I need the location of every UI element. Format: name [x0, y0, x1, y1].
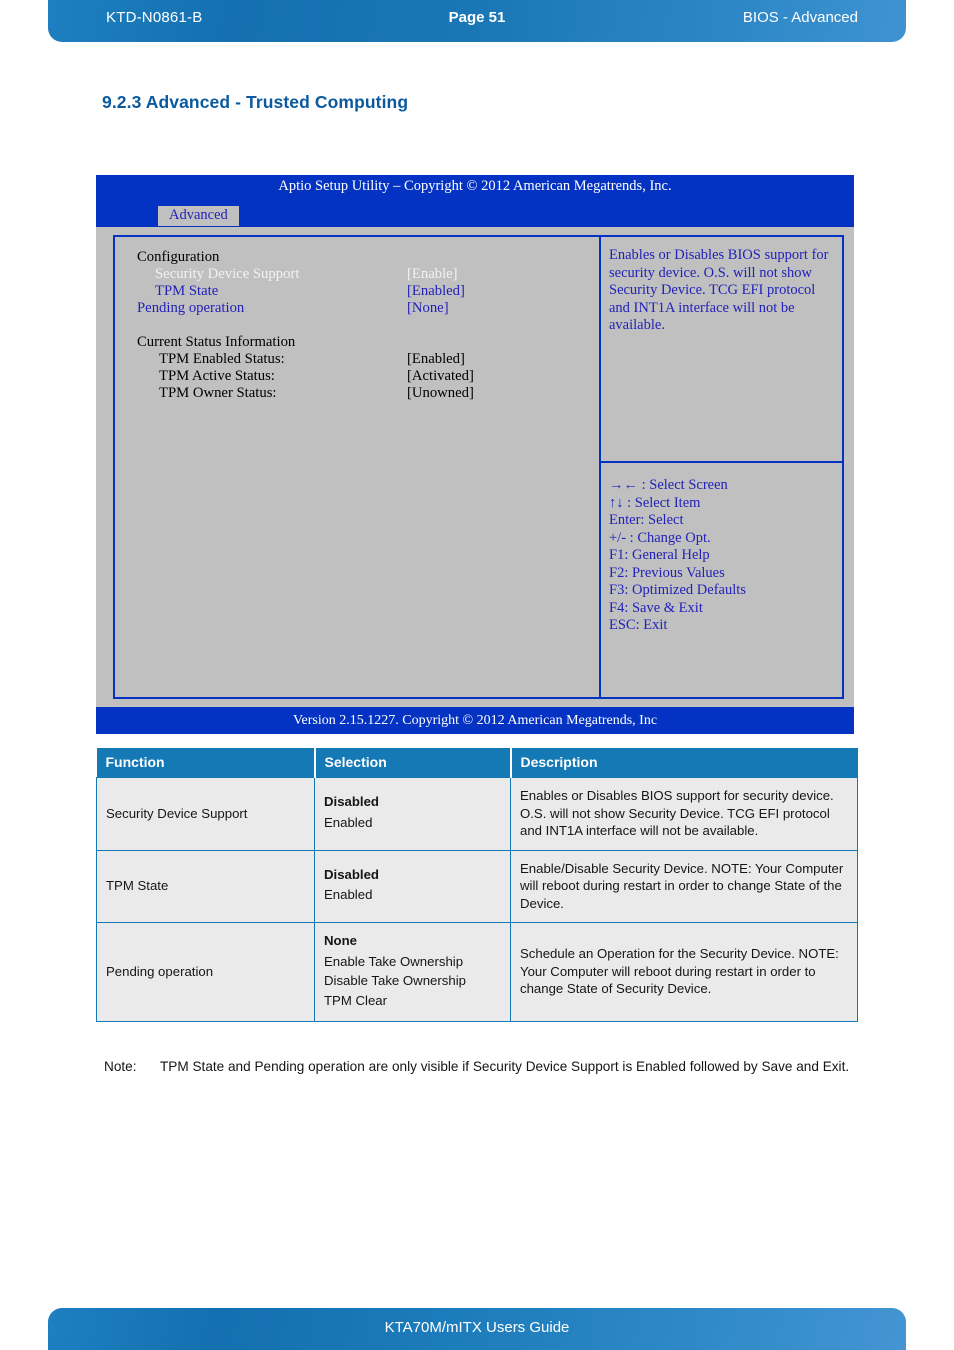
column-header-function: Function	[96, 748, 315, 778]
setting-security-device-support[interactable]: Security Device Support [Enable]	[137, 266, 599, 283]
key-legend-f2: F2: Previous Values	[609, 564, 725, 581]
bios-side-panel: Enables or Disables BIOS support for sec…	[601, 237, 842, 697]
configuration-heading-label: Configuration	[137, 249, 220, 265]
setting-value[interactable]: [None]	[407, 300, 449, 317]
header-section-label: BIOS - Advanced	[742, 9, 858, 26]
status-value: [Enabled]	[407, 351, 465, 367]
status-value: [Activated]	[407, 368, 474, 384]
cell-description: Schedule an Operation for the Security D…	[510, 922, 858, 1022]
bios-tab-row: Advanced	[96, 206, 854, 227]
selection-default: None	[324, 933, 357, 948]
column-header-selection: Selection	[313, 748, 511, 778]
setting-label: Security Device Support	[155, 266, 300, 282]
cell-function: TPM State	[96, 849, 315, 923]
cell-selection: Disabled Enabled	[314, 777, 511, 851]
table-header-row: Function Selection Description	[96, 748, 858, 778]
status-label: TPM Active Status:	[159, 368, 275, 384]
key-legend-change-opt: +/- : Change Opt.	[609, 529, 711, 546]
status-tpm-owner: TPM Owner Status: [Unowned]	[137, 385, 599, 402]
bios-screenshot: Aptio Setup Utility – Copyright © 2012 A…	[96, 175, 854, 734]
setting-value[interactable]: [Enable]	[407, 266, 458, 283]
selection-option: Disable Take Ownership	[324, 973, 466, 988]
selection-option: Enabled	[324, 887, 373, 903]
status-tpm-enabled: TPM Enabled Status: [Enabled]	[137, 351, 599, 368]
selection-option: TPM Clear	[324, 992, 388, 1008]
status-label: TPM Owner Status:	[159, 385, 277, 401]
settings-description-table: Function Selection Description Security …	[96, 748, 858, 1022]
tab-advanced[interactable]: Advanced	[158, 206, 239, 226]
cell-description: Enable/Disable Security Device. NOTE: Yo…	[510, 849, 858, 923]
page-header-bar: KTD-N0861-B Page 51 BIOS - Advanced	[48, 0, 906, 42]
status-value: [Unowned]	[407, 385, 474, 401]
selection-default: Disabled	[324, 866, 379, 882]
table-row: TPM State Disabled Enabled Enable/Disabl…	[96, 849, 858, 923]
setting-value[interactable]: [Enabled]	[407, 283, 465, 300]
cell-function: Security Device Support	[96, 777, 315, 851]
bios-help-text: Enables or Disables BIOS support for sec…	[601, 237, 842, 463]
bios-body: Configuration Security Device Support [E…	[96, 227, 854, 707]
table-row: Security Device Support Disabled Enabled…	[96, 777, 858, 851]
key-legend-f3: F3: Optimized Defaults	[609, 582, 746, 598]
selection-option: Enabled	[324, 814, 373, 830]
note-text: TPM State and Pending operation are only…	[160, 1059, 850, 1074]
setting-tpm-state[interactable]: TPM State [Enabled]	[137, 283, 599, 300]
bios-settings-panel: Configuration Security Device Support [E…	[115, 237, 601, 697]
current-status-heading-label: Current Status Information	[137, 334, 296, 350]
note-label: Note:	[104, 1059, 137, 1074]
bios-key-legend: →← : Select Screen ↑↓ : Select Item Ente…	[601, 463, 842, 697]
bios-utility-title: Aptio Setup Utility – Copyright © 2012 A…	[278, 178, 672, 194]
footer-guide-title: KTA70M/mITX Users Guide	[384, 1319, 570, 1336]
settings-spacer	[137, 317, 599, 334]
key-legend-enter: Enter: Select	[609, 512, 684, 528]
current-status-heading: Current Status Information	[137, 334, 599, 351]
cell-selection: None Enable Take Ownership Disable Take …	[314, 922, 511, 1022]
cell-description: Enables or Disables BIOS support for sec…	[510, 777, 858, 851]
cell-function: Pending operation	[96, 922, 315, 1022]
setting-pending-operation[interactable]: Pending operation [None]	[137, 300, 599, 317]
setting-label: Pending operation	[137, 300, 245, 316]
key-legend-esc: ESC: Exit	[609, 617, 668, 633]
cell-selection: Disabled Enabled	[314, 849, 511, 923]
configuration-heading: Configuration	[137, 249, 599, 266]
key-legend-select-screen: →← : Select Screen	[609, 477, 728, 493]
key-legend-select-item: ↑↓ : Select Item	[609, 494, 701, 511]
status-tpm-active: TPM Active Status: [Activated]	[137, 368, 599, 385]
setting-label: TPM State	[155, 283, 219, 299]
key-legend-f1: F1: General Help	[609, 547, 710, 563]
bios-version-footer: Version 2.15.1227. Copyright © 2012 Amer…	[96, 707, 854, 734]
page-title: 9.2.3 Advanced - Trusted Computing	[102, 92, 409, 112]
note-block: Note: TPM State and Pending operation ar…	[104, 1056, 874, 1077]
status-label: TPM Enabled Status:	[159, 351, 285, 367]
table-row: Pending operation None Enable Take Owner…	[96, 922, 858, 1022]
bios-title-bar: Aptio Setup Utility – Copyright © 2012 A…	[96, 175, 854, 209]
bios-content-frame: Configuration Security Device Support [E…	[113, 235, 844, 699]
key-legend-f4: F4: Save & Exit	[609, 599, 703, 616]
selection-option: Enable Take Ownership	[324, 953, 464, 969]
column-header-description: Description	[509, 748, 858, 778]
page-footer-bar: KTA70M/mITX Users Guide	[48, 1308, 906, 1350]
selection-default: Disabled	[324, 794, 379, 810]
